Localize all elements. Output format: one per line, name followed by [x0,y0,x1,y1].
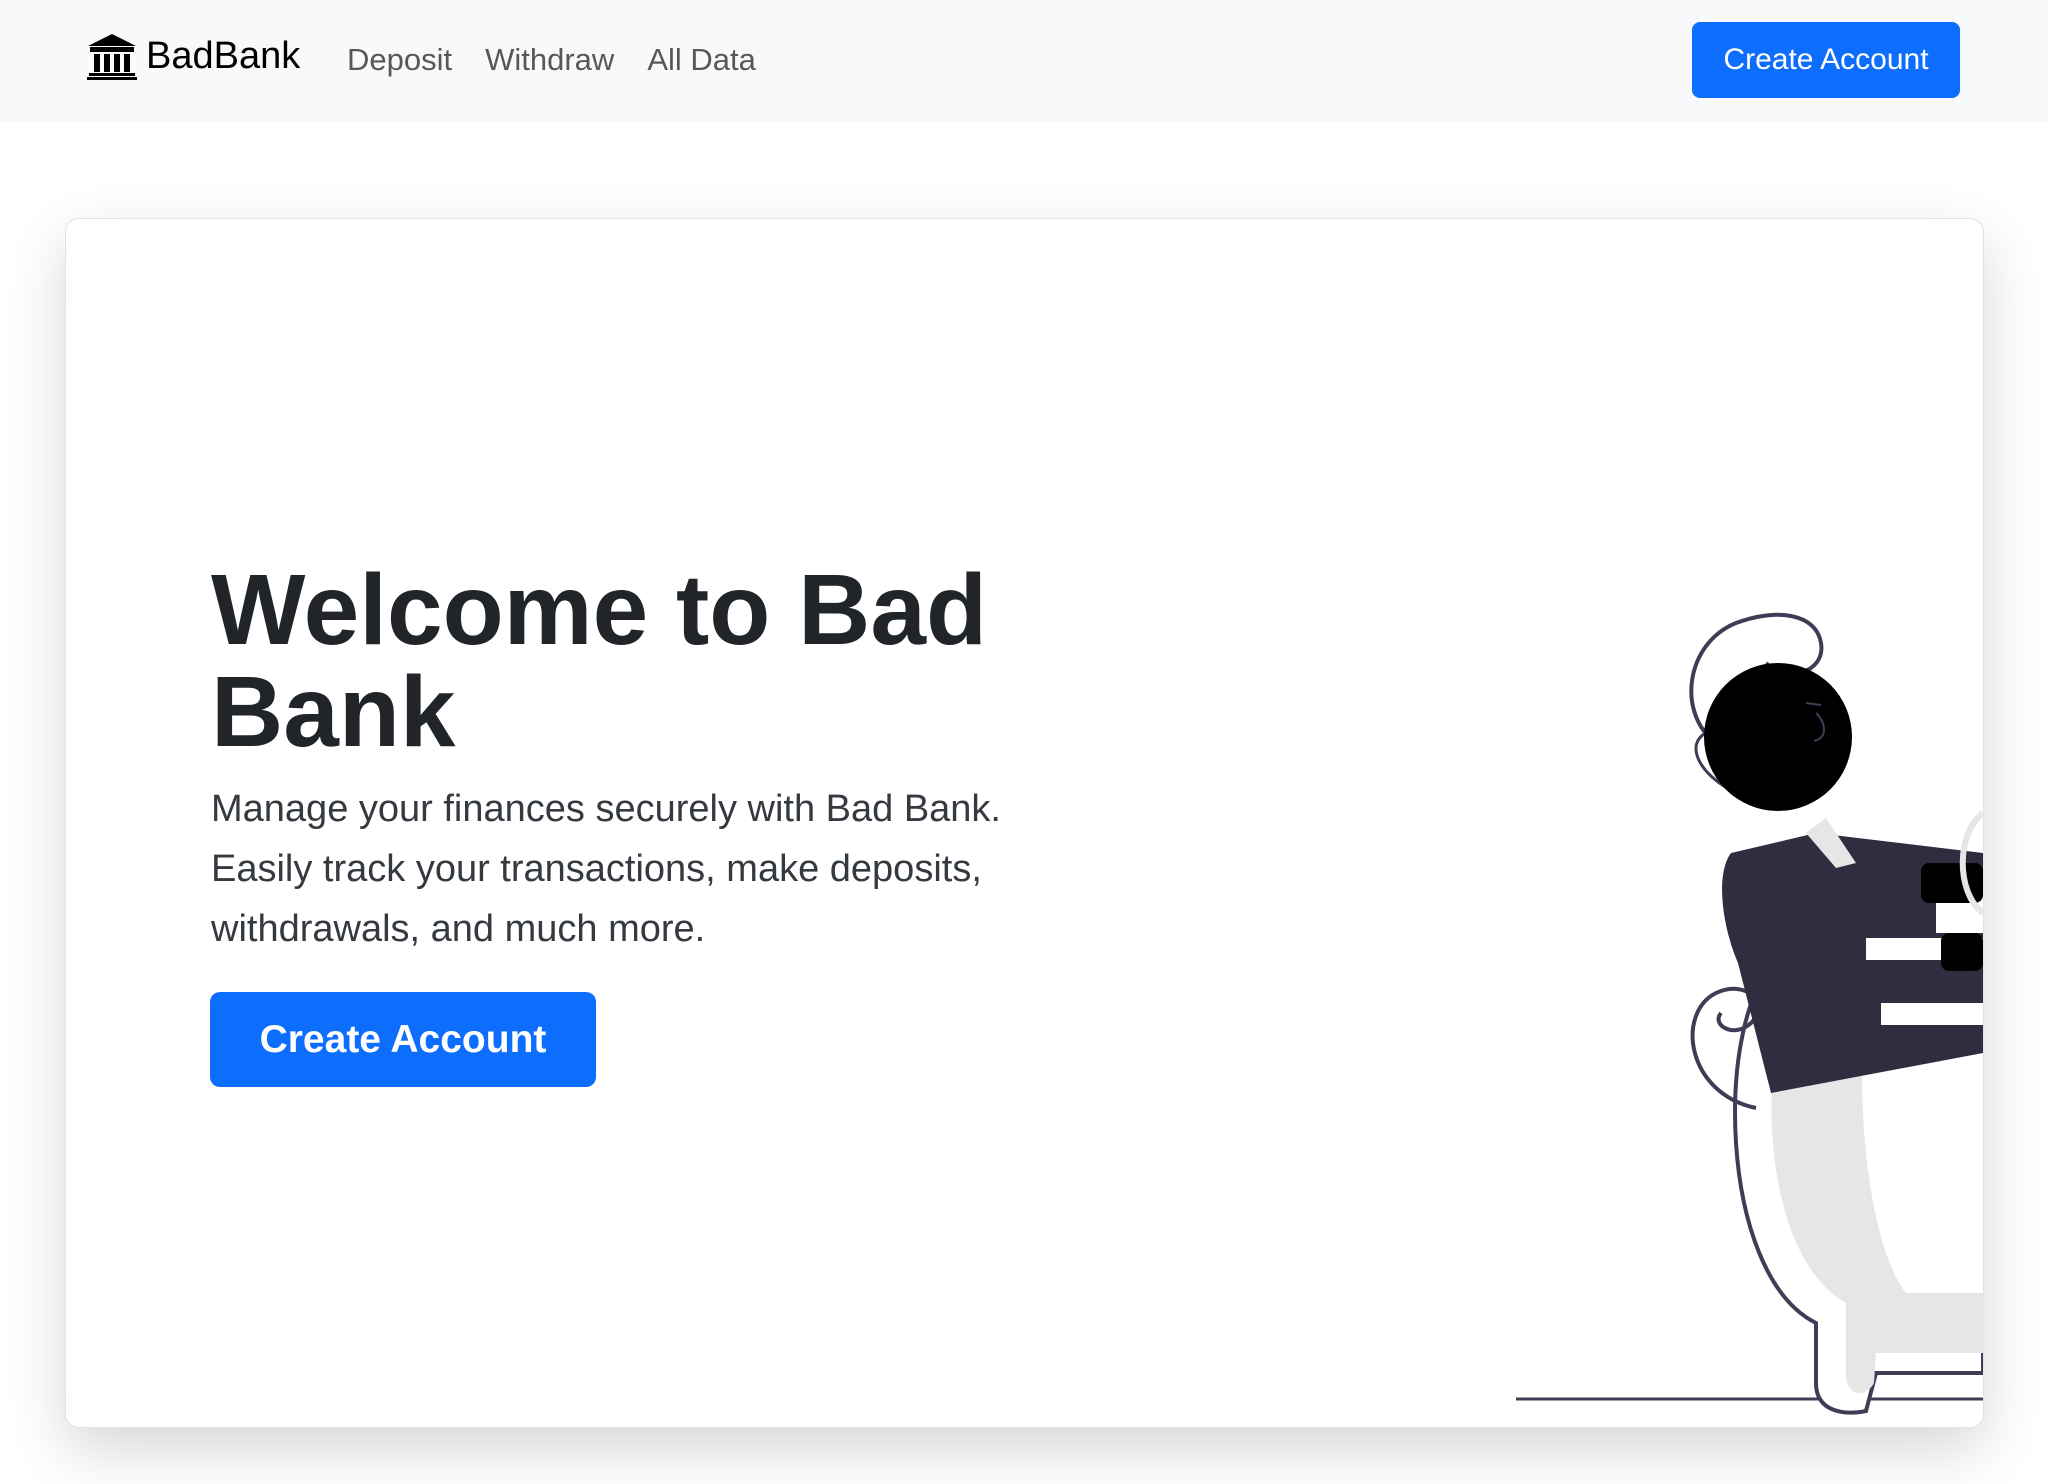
navbar-create-account-button[interactable]: Create Account [1692,22,1960,98]
nav-links: Deposit Withdraw All Data [347,36,789,84]
hero-create-account-button[interactable]: Create Account [210,992,596,1087]
nav-link-all-data[interactable]: All Data [647,36,756,84]
navbar: BadBank Deposit Withdraw All Data Create… [0,0,2048,122]
nav-link-withdraw[interactable]: Withdraw [485,36,614,84]
hero-title: Welcome to Bad Bank [211,554,988,768]
nav-link-deposit[interactable]: Deposit [347,36,452,84]
bank-icon [87,34,137,80]
brand-link[interactable]: BadBank [86,28,300,84]
person-with-piggy-bank-illustration [1516,612,1983,1415]
hero-card: Welcome to Bad Bank Manage your finances… [65,218,1984,1428]
hero-lead: Manage your finances securely with Bad B… [211,788,1001,950]
brand-label: BadBank [146,34,301,77]
